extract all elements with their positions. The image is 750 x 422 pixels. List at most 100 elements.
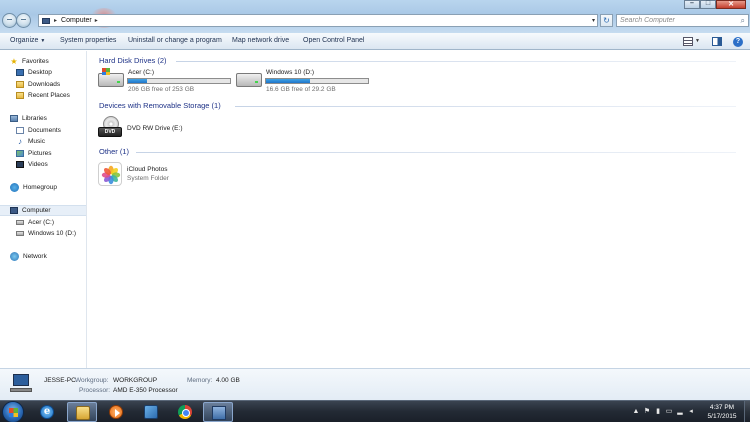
taskbar-chrome[interactable] [170, 402, 200, 422]
uninstall-program-button[interactable]: Uninstall or change a program [128, 37, 222, 44]
nav-pictures[interactable]: Pictures [16, 148, 51, 159]
computer-icon [10, 374, 32, 394]
drive-item[interactable]: Acer (C:) 206 GB free of 253 GB [98, 68, 238, 97]
nav-drive-c[interactable]: Acer (C:) [16, 217, 54, 228]
view-dropdown-icon[interactable]: ▼ [695, 38, 700, 44]
nav-recent-places[interactable]: Recent Places [16, 90, 70, 101]
close-button[interactable]: ✕ [716, 0, 746, 9]
windows-explorer-icon [76, 406, 90, 420]
hard-drive-icon [98, 68, 124, 87]
hard-drive-icon [236, 73, 262, 87]
dvd-drive-item[interactable]: DVD DVD RW Drive (E:) [98, 116, 218, 142]
details-pane: JESSE-PC Workgroup: WORKGROUP Memory: 4.… [0, 368, 750, 400]
hard-drive-icon [16, 231, 24, 236]
group-other[interactable]: Other (1) [99, 147, 129, 156]
memory-value: 4.00 GB [216, 377, 240, 384]
workgroup-label: Workgroup: [75, 377, 109, 384]
volume-icon[interactable]: ◂ [687, 408, 695, 416]
chevron-down-icon: ▼ [40, 38, 46, 44]
libraries-icon [10, 115, 18, 122]
help-icon[interactable]: ? [733, 37, 743, 47]
star-icon: ★ [10, 57, 18, 66]
computer-icon [42, 17, 50, 24]
nav-libraries[interactable]: Libraries [10, 113, 47, 124]
breadcrumb-chevron-icon[interactable]: ▸ [95, 17, 98, 24]
command-bar: Organize ▼ System properties Uninstall o… [0, 33, 750, 50]
clock-date: 5/17/2015 [707, 413, 737, 420]
content-pane: Hard Disk Drives (2) Acer (C:) 206 GB fr… [88, 51, 750, 368]
address-dropdown-icon[interactable]: ▾ [592, 17, 595, 24]
minimize-button[interactable]: – [684, 0, 700, 9]
processor-value: AMD E-350 Processor [113, 387, 178, 394]
open-control-panel-button[interactable]: Open Control Panel [303, 37, 364, 44]
music-icon: ♪ [18, 137, 22, 146]
show-desktop-button[interactable] [744, 401, 750, 422]
taskbar-media-player[interactable] [101, 402, 131, 422]
homegroup-icon [10, 183, 19, 192]
paint-icon [144, 405, 158, 419]
clock-time: 4:37 PM [709, 404, 735, 411]
nav-favorites[interactable]: ★ Favorites [10, 56, 48, 67]
drive-name: Acer (C:) [128, 69, 154, 76]
recent-places-icon [16, 92, 24, 99]
drive-free-space: 206 GB free of 253 GB [128, 86, 195, 93]
workgroup-value: WORKGROUP [113, 377, 158, 384]
taskbar-windows-explorer[interactable] [67, 402, 97, 422]
drive-name: Windows 10 (D:) [266, 69, 315, 76]
drive-free-space: 16.6 GB free of 29.2 GB [266, 86, 336, 93]
computer-icon [10, 207, 18, 214]
action-center-flag-icon[interactable]: ⚑ [643, 408, 651, 416]
nav-homegroup[interactable]: Homegroup [10, 182, 57, 193]
map-network-drive-button[interactable]: Map network drive [232, 37, 289, 44]
desktop-icon [16, 69, 24, 76]
icloud-photos-name: iCloud Photos [127, 166, 168, 173]
breadcrumb-separator-icon[interactable]: ▸ [54, 17, 57, 24]
address-bar[interactable]: ▸ Computer ▸ ▾ [38, 14, 598, 27]
taskbar-remote-desktop[interactable] [203, 402, 233, 422]
nav-network[interactable]: Network [10, 251, 47, 262]
group-removable-storage[interactable]: Devices with Removable Storage (1) [99, 101, 221, 110]
back-button[interactable] [2, 13, 17, 28]
maximize-button[interactable]: □ [700, 0, 716, 9]
videos-icon [16, 161, 24, 168]
title-bar: ▸ Computer ▸ ▾ ↻ Search Computer ⌕ – □ ✕ [0, 0, 750, 33]
taskbar-internet-explorer[interactable]: e [32, 402, 62, 422]
nav-desktop[interactable]: Desktop [16, 67, 52, 78]
breadcrumb-computer[interactable]: Computer [61, 17, 92, 24]
pc-name: JESSE-PC [44, 377, 76, 384]
system-properties-button[interactable]: System properties [60, 37, 116, 44]
start-button[interactable] [2, 401, 24, 422]
change-view-icon[interactable] [683, 37, 693, 46]
search-icon[interactable]: ⌕ [741, 16, 745, 26]
power-icon[interactable]: ▮ [654, 408, 662, 416]
windows-logo-icon [9, 408, 18, 417]
wifi-signal-icon[interactable]: ▂ [676, 408, 684, 416]
processor-label: Processor: [79, 387, 111, 394]
taskbar-paint[interactable] [136, 402, 166, 422]
photos-icon [98, 162, 122, 186]
hard-drive-icon [16, 220, 24, 225]
nav-downloads[interactable]: Downloads [16, 79, 60, 90]
nav-computer[interactable]: Computer [0, 205, 86, 216]
dvd-drive-icon: DVD [98, 116, 124, 140]
show-hidden-icons-icon[interactable]: ▲ [632, 408, 640, 416]
display-icon[interactable]: ▭ [665, 408, 673, 416]
internet-explorer-icon: e [40, 405, 54, 419]
refresh-button[interactable]: ↻ [600, 14, 613, 27]
organize-menu[interactable]: Organize ▼ [10, 37, 45, 44]
search-input[interactable]: Search Computer ⌕ [616, 14, 749, 27]
documents-icon [16, 127, 24, 134]
group-hard-disk-drives[interactable]: Hard Disk Drives (2) [99, 56, 167, 65]
clock[interactable]: 4:37 PM 5/17/2015 [700, 403, 744, 421]
drive-item[interactable]: Windows 10 (D:) 16.6 GB free of 29.2 GB [236, 69, 376, 97]
system-tray: ▲ ⚑ ▮ ▭ ▂ ◂ [632, 401, 695, 422]
preview-pane-icon[interactable] [712, 37, 722, 46]
forward-button[interactable] [16, 13, 31, 28]
nav-drive-d[interactable]: Windows 10 (D:) [16, 228, 76, 239]
nav-videos[interactable]: Videos [16, 159, 48, 170]
icloud-photos-item[interactable]: iCloud Photos System Folder [98, 162, 218, 188]
search-placeholder: Search Computer [620, 17, 675, 24]
nav-documents[interactable]: Documents [16, 125, 61, 136]
group-divider [136, 152, 736, 153]
nav-music[interactable]: ♪ Music [16, 136, 45, 147]
